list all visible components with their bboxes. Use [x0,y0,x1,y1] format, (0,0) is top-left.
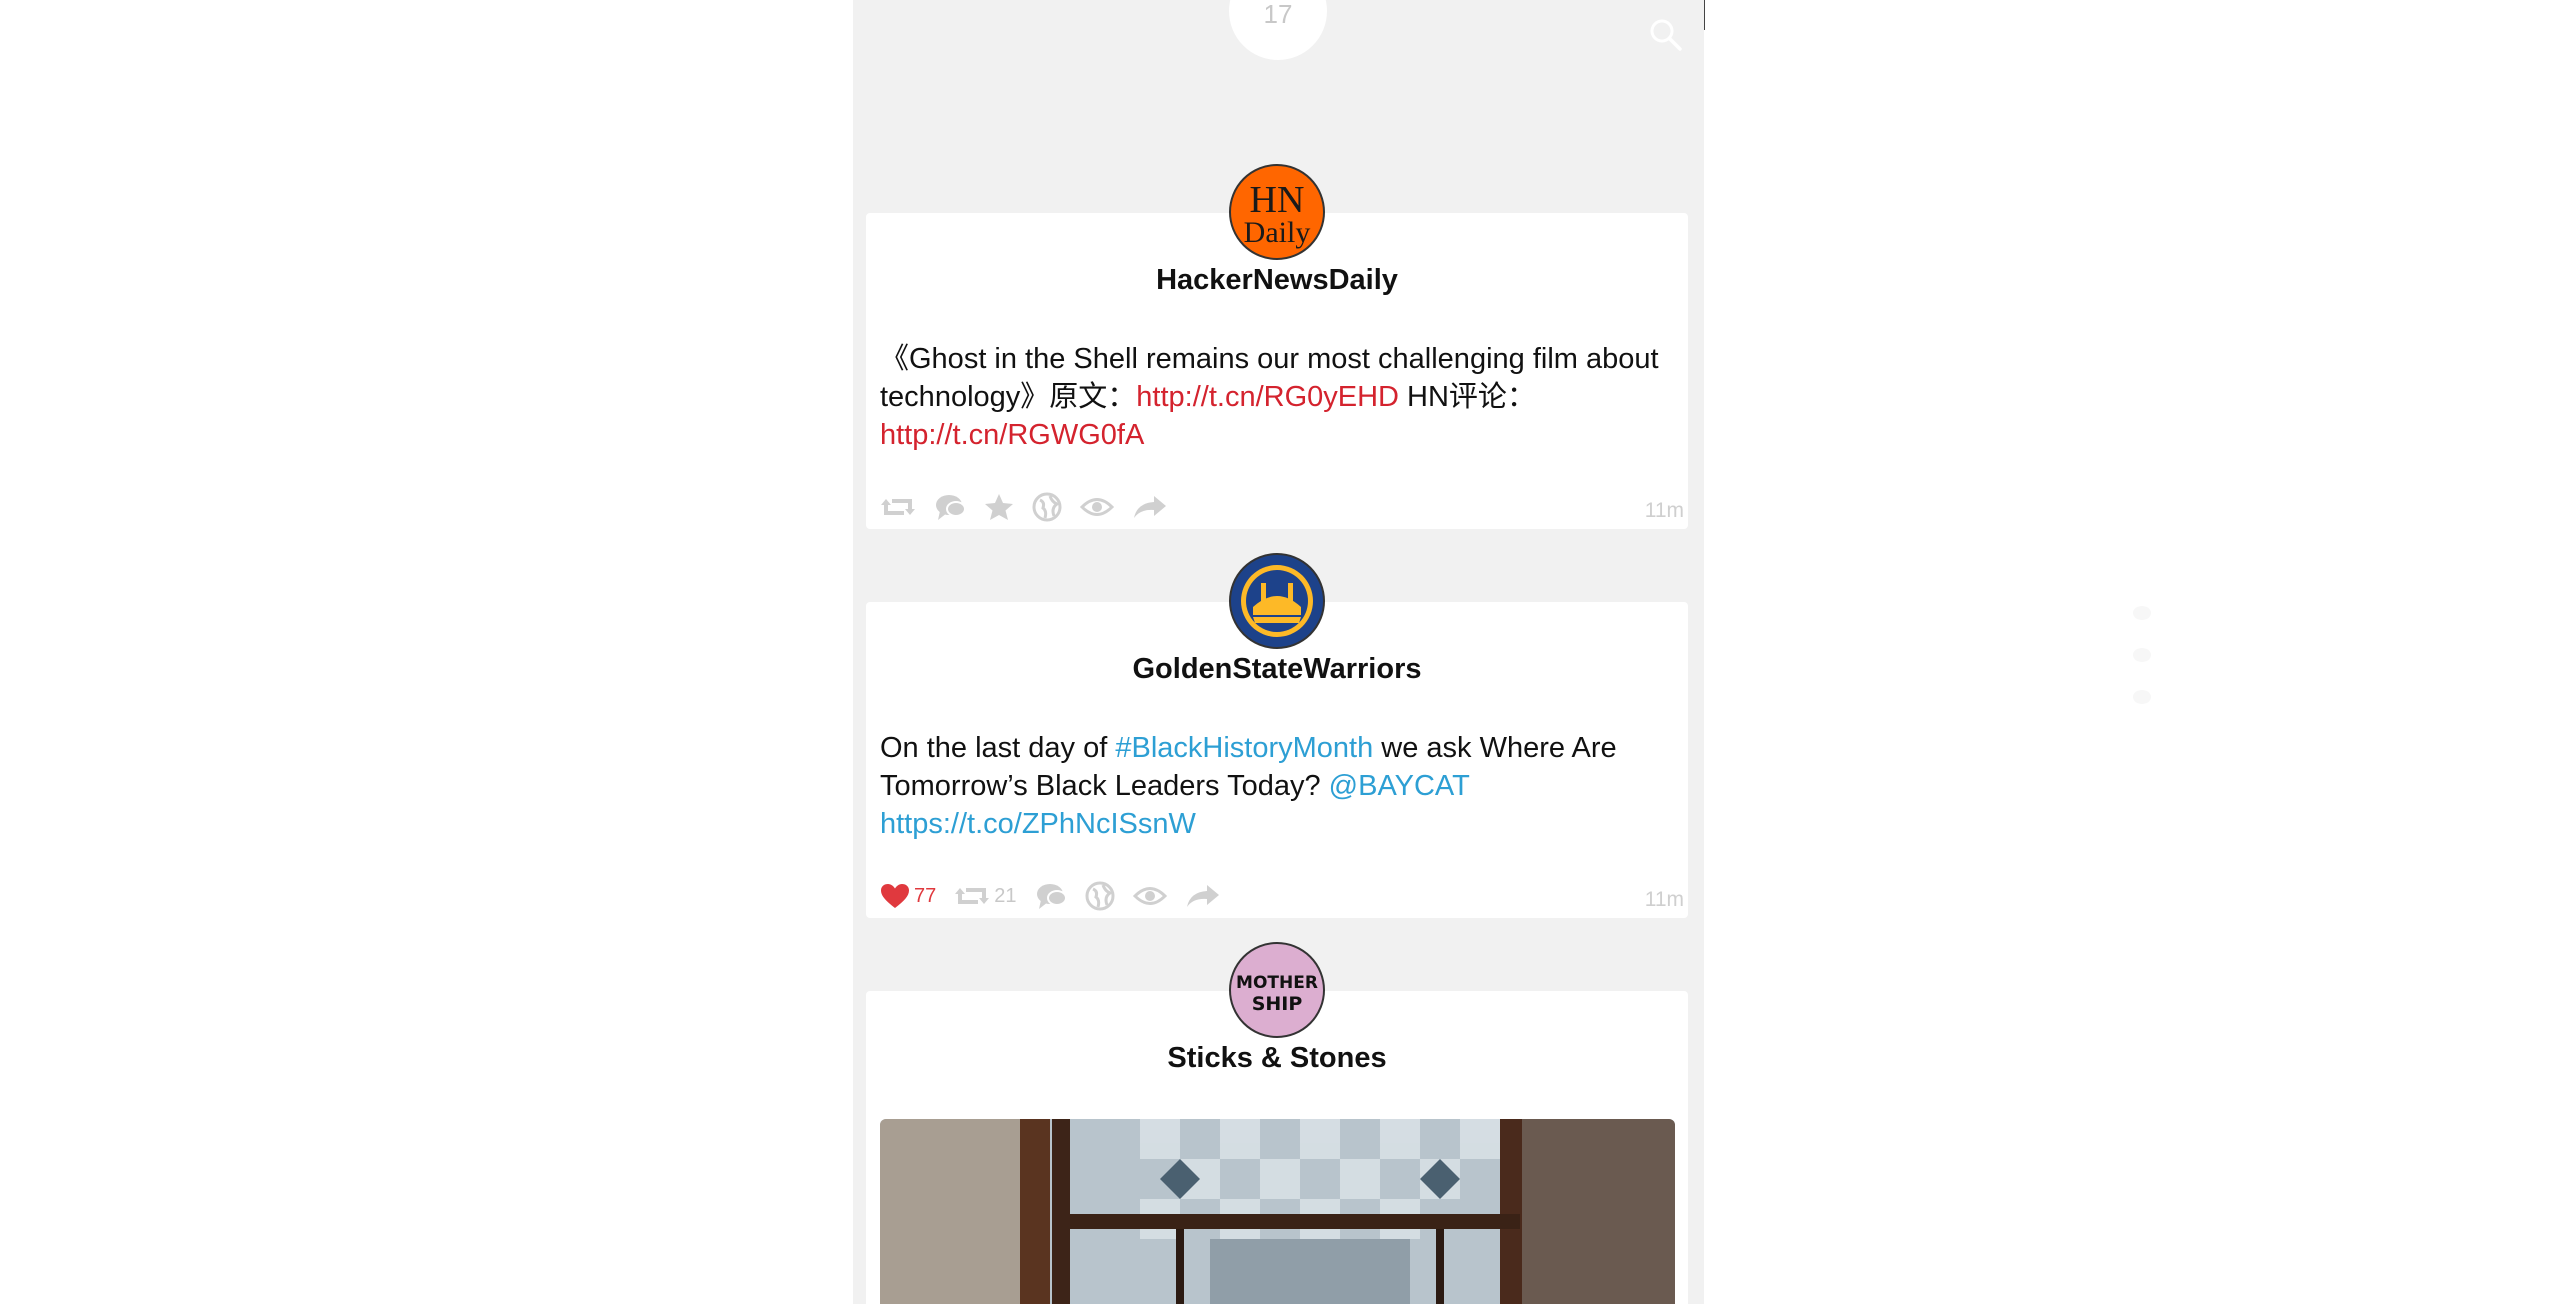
svg-text:SHIP: SHIP [1252,993,1303,1015]
timeline-column[interactable]: 17 HackerNewsDaily 《Ghost in the Shell r… [853,0,1704,1304]
tweet-text: 《Ghost in the Shell remains our most cha… [880,343,1659,451]
retweet-count: 21 [994,884,1017,907]
like-count: 77 [914,884,937,907]
reply-icon[interactable] [1035,882,1067,910]
tweet-card[interactable]: HackerNewsDaily 《Ghost in the Shell rema… [866,213,1688,529]
retweet-icon[interactable] [880,494,916,520]
tweet-photo[interactable] [880,1119,1675,1304]
unread-count: 17 [1263,0,1293,29]
favorite-star-icon[interactable] [984,493,1014,521]
tweet-username[interactable]: HackerNewsDaily [866,264,1688,297]
faint-dot [2133,690,2151,704]
hackernewsdaily-avatar[interactable]: HN Daily [1229,164,1325,260]
tweet-actions: 77 21 [880,876,1239,916]
tweet-actions [880,487,1186,527]
tweet-hashtag[interactable]: #BlackHistoryMonth [1115,732,1373,764]
faint-dot [2133,606,2151,620]
sticks-and-stones-avatar[interactable]: MOTHER SHIP [1229,942,1325,1038]
goldenstatewarriors-avatar[interactable] [1229,553,1325,649]
tweet-text: On the last day of #BlackHistoryMonth we… [880,732,1617,840]
share-icon[interactable] [1185,883,1221,909]
tweet-card[interactable]: GoldenStateWarriors On the last day of #… [866,602,1688,918]
tweet-link[interactable]: https://t.co/ZPhNcISsnW [880,808,1196,840]
like-button[interactable]: 77 [880,883,936,909]
view-eye-icon[interactable] [1132,885,1167,907]
globe-icon[interactable] [1085,881,1115,911]
retweet-icon [955,888,990,904]
tweet-mention[interactable]: @BAYCAT [1329,770,1470,802]
faint-dot [2133,648,2151,662]
svg-text:Daily: Daily [1244,216,1311,249]
tweet-username[interactable]: GoldenStateWarriors [866,653,1688,686]
share-icon[interactable] [1132,494,1168,520]
unread-count-badge[interactable]: 17 [1229,0,1327,60]
search-icon[interactable] [1649,18,1683,52]
reply-icon[interactable] [934,493,966,521]
heart-icon [881,884,909,908]
tweet-timestamp: 11m [1644,888,1684,911]
tweet-link[interactable]: http://t.cn/RG0yEHD [1136,381,1399,413]
svg-text:HN: HN [1250,179,1305,221]
view-eye-icon[interactable] [1080,496,1114,518]
mothership-logo: MOTHER SHIP [1236,973,1318,1015]
tweet-timestamp: 11m [1644,499,1684,522]
warriors-logo [1233,557,1321,645]
tweet-username[interactable]: Sticks & Stones [866,1042,1688,1075]
tweet-link[interactable]: http://t.cn/RGWG0fA [880,419,1144,451]
svg-text:MOTHER: MOTHER [1236,973,1318,993]
retweet-button[interactable]: 21 [954,883,1017,909]
globe-icon[interactable] [1032,492,1062,522]
